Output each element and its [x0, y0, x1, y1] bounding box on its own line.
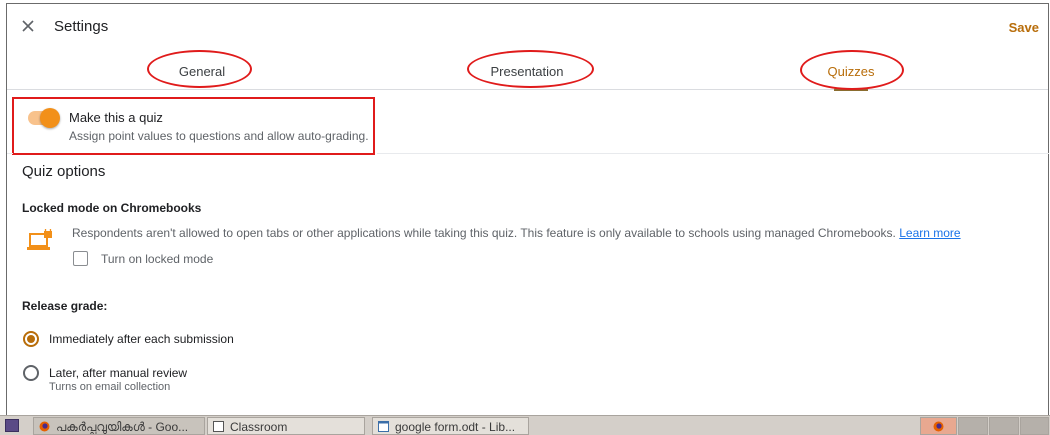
release-immediately-label: Immediately after each submission [49, 332, 234, 346]
tab-presentation[interactable]: Presentation [427, 50, 627, 90]
toggle-knob [40, 108, 60, 128]
locked-mode-description: Respondents aren't allowed to open tabs … [72, 226, 961, 240]
close-icon[interactable] [20, 18, 36, 34]
release-grade-heading: Release grade: [22, 299, 108, 313]
release-later-sublabel: Turns on email collection [49, 381, 171, 393]
taskbar-item-libreoffice[interactable]: google form.odt - Lib... [372, 417, 529, 435]
make-quiz-toggle[interactable] [28, 108, 60, 128]
firefox-icon [39, 421, 50, 432]
firefox-icon [933, 421, 944, 432]
document-icon [378, 421, 389, 432]
settings-dialog: Settings Save General Presentation Quizz… [6, 3, 1049, 415]
tab-presentation-label: Presentation [490, 64, 564, 79]
make-quiz-title: Make this a quiz [69, 110, 163, 125]
locked-mode-checkbox-label: Turn on locked mode [101, 252, 214, 266]
save-button[interactable]: Save [1009, 20, 1039, 35]
workspace-2[interactable] [958, 417, 988, 435]
quiz-options-heading: Quiz options [22, 163, 106, 180]
taskbar-item-classroom[interactable]: Classroom [207, 417, 365, 435]
workspace-1[interactable] [920, 417, 957, 435]
make-quiz-description: Assign point values to questions and all… [69, 129, 369, 143]
start-menu-icon[interactable] [5, 419, 19, 432]
locked-mode-heading: Locked mode on Chromebooks [22, 201, 202, 215]
taskbar-item-label: പകർപ്പവുയികൾ - Goo... [56, 420, 189, 434]
divider [377, 153, 1049, 154]
divider [7, 153, 13, 154]
release-immediately-radio[interactable] [23, 331, 39, 347]
settings-tabs: General Presentation Quizzes [7, 50, 1048, 91]
make-quiz-section: Make this a quiz Assign point values to … [12, 97, 375, 155]
dialog-title: Settings [54, 18, 109, 35]
taskbar-item-label: Classroom [230, 420, 288, 434]
learn-more-link[interactable]: Learn more [899, 226, 960, 240]
release-later-label: Later, after manual review [49, 366, 188, 380]
tab-quizzes-label: Quizzes [827, 64, 875, 79]
locked-mode-text: Respondents aren't allowed to open tabs … [72, 226, 896, 240]
window-icon [213, 421, 224, 432]
active-tab-indicator [834, 88, 868, 91]
chromebook-lock-icon [27, 229, 52, 250]
taskbar-item-firefox[interactable]: പകർപ്പവുയികൾ - Goo... [33, 417, 205, 435]
release-later-radio[interactable] [23, 365, 39, 381]
taskbar: പകർപ്പവുയികൾ - Goo... Classroom google f… [0, 415, 1050, 435]
workspace-3[interactable] [989, 417, 1019, 435]
tab-general-label: General [178, 64, 226, 79]
locked-mode-checkbox[interactable] [73, 251, 88, 266]
workspace-4[interactable] [1020, 417, 1049, 435]
taskbar-item-label: google form.odt - Lib... [395, 420, 516, 434]
dialog-header: Settings Save [7, 4, 1048, 50]
tab-general[interactable]: General [102, 50, 302, 90]
tab-quizzes[interactable]: Quizzes [751, 50, 951, 91]
